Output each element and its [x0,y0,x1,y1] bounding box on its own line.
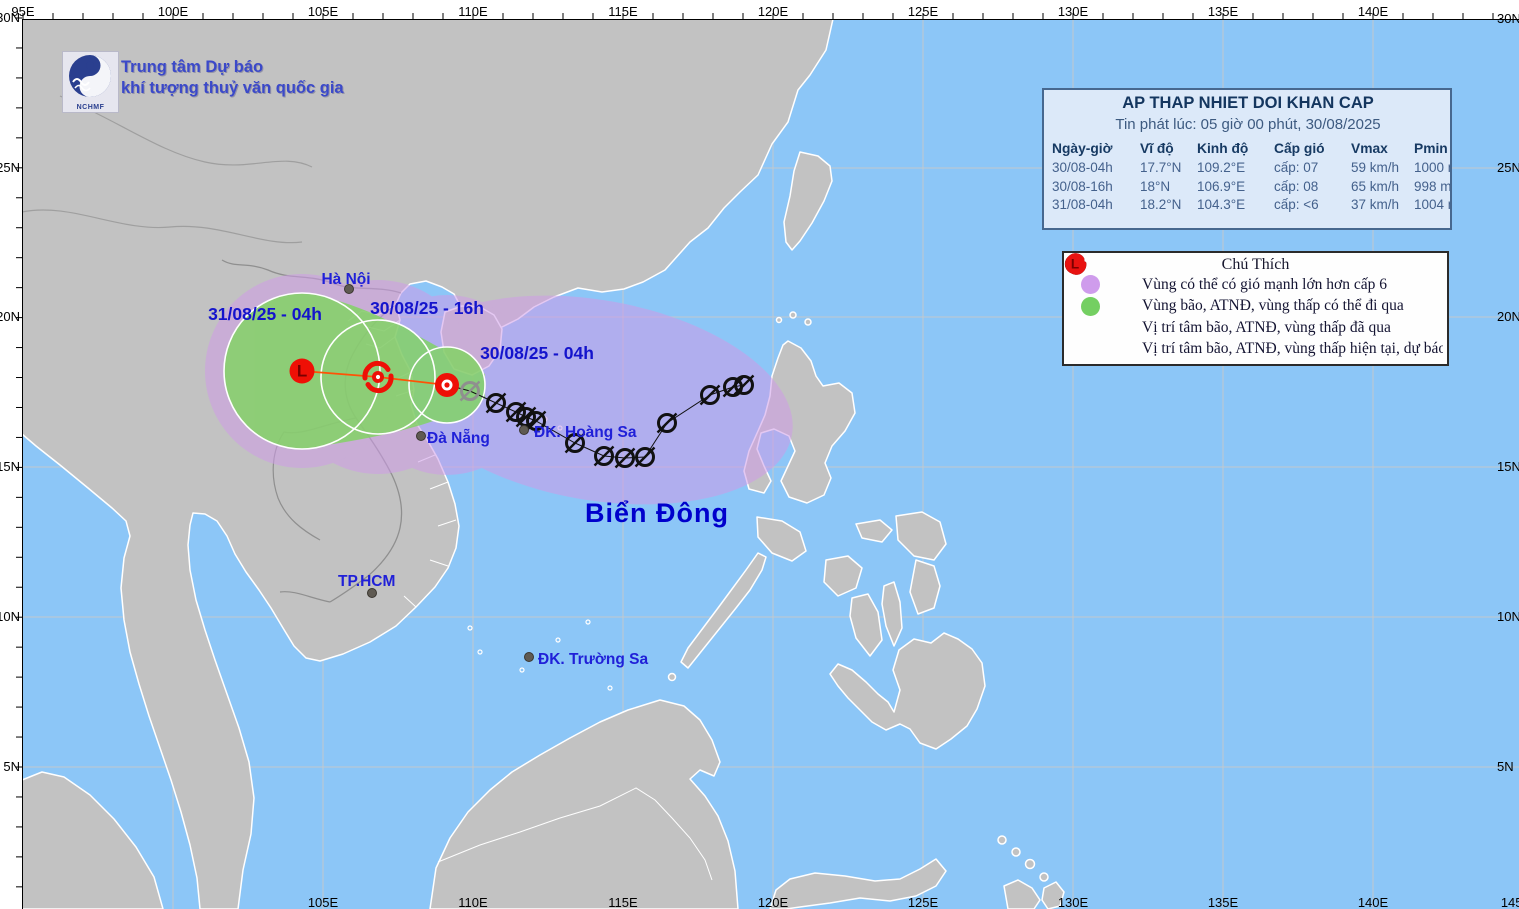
table-cell: 18.2°N [1140,196,1197,215]
city-marker [525,653,534,662]
bottom-axis-label: 145E [1501,895,1519,909]
legend-item-purple-zone: Vùng có thể có gió mạnh lớn hơn cấp 6 [1068,274,1443,296]
table-cell: 59 km/h [1351,159,1414,178]
purple-zone-icon [1081,275,1100,294]
city-marker [520,426,529,435]
city-label: Đà Nẵng [427,430,490,447]
top-axis-label: 120E [758,4,789,19]
legend-label: Vùng bão, ATNĐ, vùng thấp có thể đi qua [1142,297,1404,315]
nchmf-logo-acronym: NCHMF [63,104,118,111]
table-cell: 1004 mb [1414,196,1452,215]
table-cell: 30/08-04h [1052,159,1140,178]
current-position-symbol [435,373,459,397]
city-label: Hà Nội [321,271,370,288]
city-marker [417,432,426,441]
bottom-axis-label: 125E [908,895,939,909]
table-cell: cấp: 08 [1274,178,1351,197]
legend-label: Vị trí tâm bão, ATNĐ, vùng thấp đã qua [1142,319,1391,337]
bottom-axis-label: 135E [1208,895,1239,909]
top-axis-label: 135E [1208,4,1239,19]
forecast-time-label: 30/08/25 - 16h [370,298,484,318]
forecast-time-label: 31/08/25 - 04h [208,304,322,324]
nchmf-logo-icon [63,52,118,102]
sea-name-label: Biển Đông [585,498,729,528]
bottom-axis-label: 115E [608,895,638,909]
city-label: ĐK. Hoàng Sa [534,424,637,441]
left-axis-label: 20N [0,309,20,324]
org-title-line2: khí tượng thuỷ văn quốc gia [121,78,344,99]
legend-title: Chú Thích [1068,256,1443,274]
table-cell: 998 mb [1414,178,1452,197]
bulletin-issued-time: Tin phát lúc: 05 giờ 00 phút, 30/08/2025 [1052,116,1444,133]
legend-item-green-zone: Vùng bão, ATNĐ, vùng thấp có thể đi qua [1068,296,1443,318]
left-axis-label: 25N [0,160,20,175]
org-title: Trung tâm Dự báo khí tượng thuỷ văn quốc… [121,57,344,99]
col-header: Pmin [1414,138,1452,159]
weather-map-page: L [0,0,1519,909]
table-cell: cấp: 07 [1274,159,1351,178]
legend-item-past-positions: Vị trí tâm bão, ATNĐ, vùng thấp đã qua [1068,317,1443,339]
col-header: Vĩ độ [1140,138,1197,159]
table-cell: 104.3°E [1197,196,1274,215]
top-axis-label: 125E [908,4,939,19]
right-axis-label: 10N [1497,609,1519,624]
col-header: Cấp gió [1274,138,1351,159]
storm-bulletin-box: AP THAP NHIET DOI KHAN CAP Tin phát lúc:… [1042,88,1452,230]
legend-box: Chú Thích Vùng có thể có gió mạnh lớn hơ… [1062,251,1449,366]
city-label: ĐK. Trường Sa [538,651,648,668]
right-axis-label: 15N [1497,459,1519,474]
col-header: Vmax [1351,138,1414,159]
legend-label: Vùng có thể có gió mạnh lớn hơn cấp 6 [1142,276,1387,294]
forecast-position-symbol [290,359,315,384]
table-cell: 106.9°E [1197,178,1274,197]
table-cell: 37 km/h [1351,196,1414,215]
right-axis-label: 30N [1497,11,1519,26]
table-cell: 109.2°E [1197,159,1274,178]
table-cell: 65 km/h [1351,178,1414,197]
forecast-time-label: 30/08/25 - 04h [480,343,594,363]
city-label: TP.HCM [338,573,395,590]
left-axis-label: 10N [0,609,20,624]
table-cell: cấp: <6 [1274,196,1351,215]
col-header: Ngày-giờ [1052,138,1140,159]
bulletin-title: AP THAP NHIET DOI KHAN CAP [1052,94,1444,113]
bottom-axis-label: 110E [458,895,488,909]
bottom-axis-label: 130E [1058,895,1089,909]
table-cell: 1000 mb [1414,159,1452,178]
bottom-axis-label: 120E [758,895,789,909]
nchmf-logo: NCHMF [62,51,119,113]
legend-item-current-positions: Vị trí tâm bão, ATNĐ, vùng thấp hiện tại… [1068,339,1443,361]
right-axis-label: 20N [1497,309,1519,324]
bottom-axis-label: 140E [1358,895,1389,909]
right-axis-label: 25N [1497,160,1519,175]
table-cell: 30/08-16h [1052,178,1140,197]
green-zone-icon [1081,297,1100,316]
top-axis-label: 110E [458,4,488,19]
right-axis-label: 5N [1497,759,1514,774]
legend-label: Vị trí tâm bão, ATNĐ, vùng thấp hiện tại… [1142,340,1443,358]
left-axis-label: 15N [0,459,20,474]
bottom-axis-label: 105E [308,895,339,909]
top-axis-label: 130E [1058,4,1089,19]
table-cell: 17.7°N [1140,159,1197,178]
table-cell: 31/08-04h [1052,196,1140,215]
top-axis-label: 100E [158,4,189,19]
left-axis-label: 5N [3,759,20,774]
org-title-line1: Trung tâm Dự báo [121,57,344,78]
top-axis-label: 140E [1358,4,1389,19]
left-axis-label: 30N [0,10,20,25]
top-axis-label: 105E [308,4,339,19]
table-cell: 18°N [1140,178,1197,197]
bulletin-table: Ngày-giờ Vĩ độ Kinh độ Cấp gió Vmax Pmin… [1052,138,1444,215]
col-header: Kinh độ [1197,138,1274,159]
top-axis-label: 115E [608,4,638,19]
